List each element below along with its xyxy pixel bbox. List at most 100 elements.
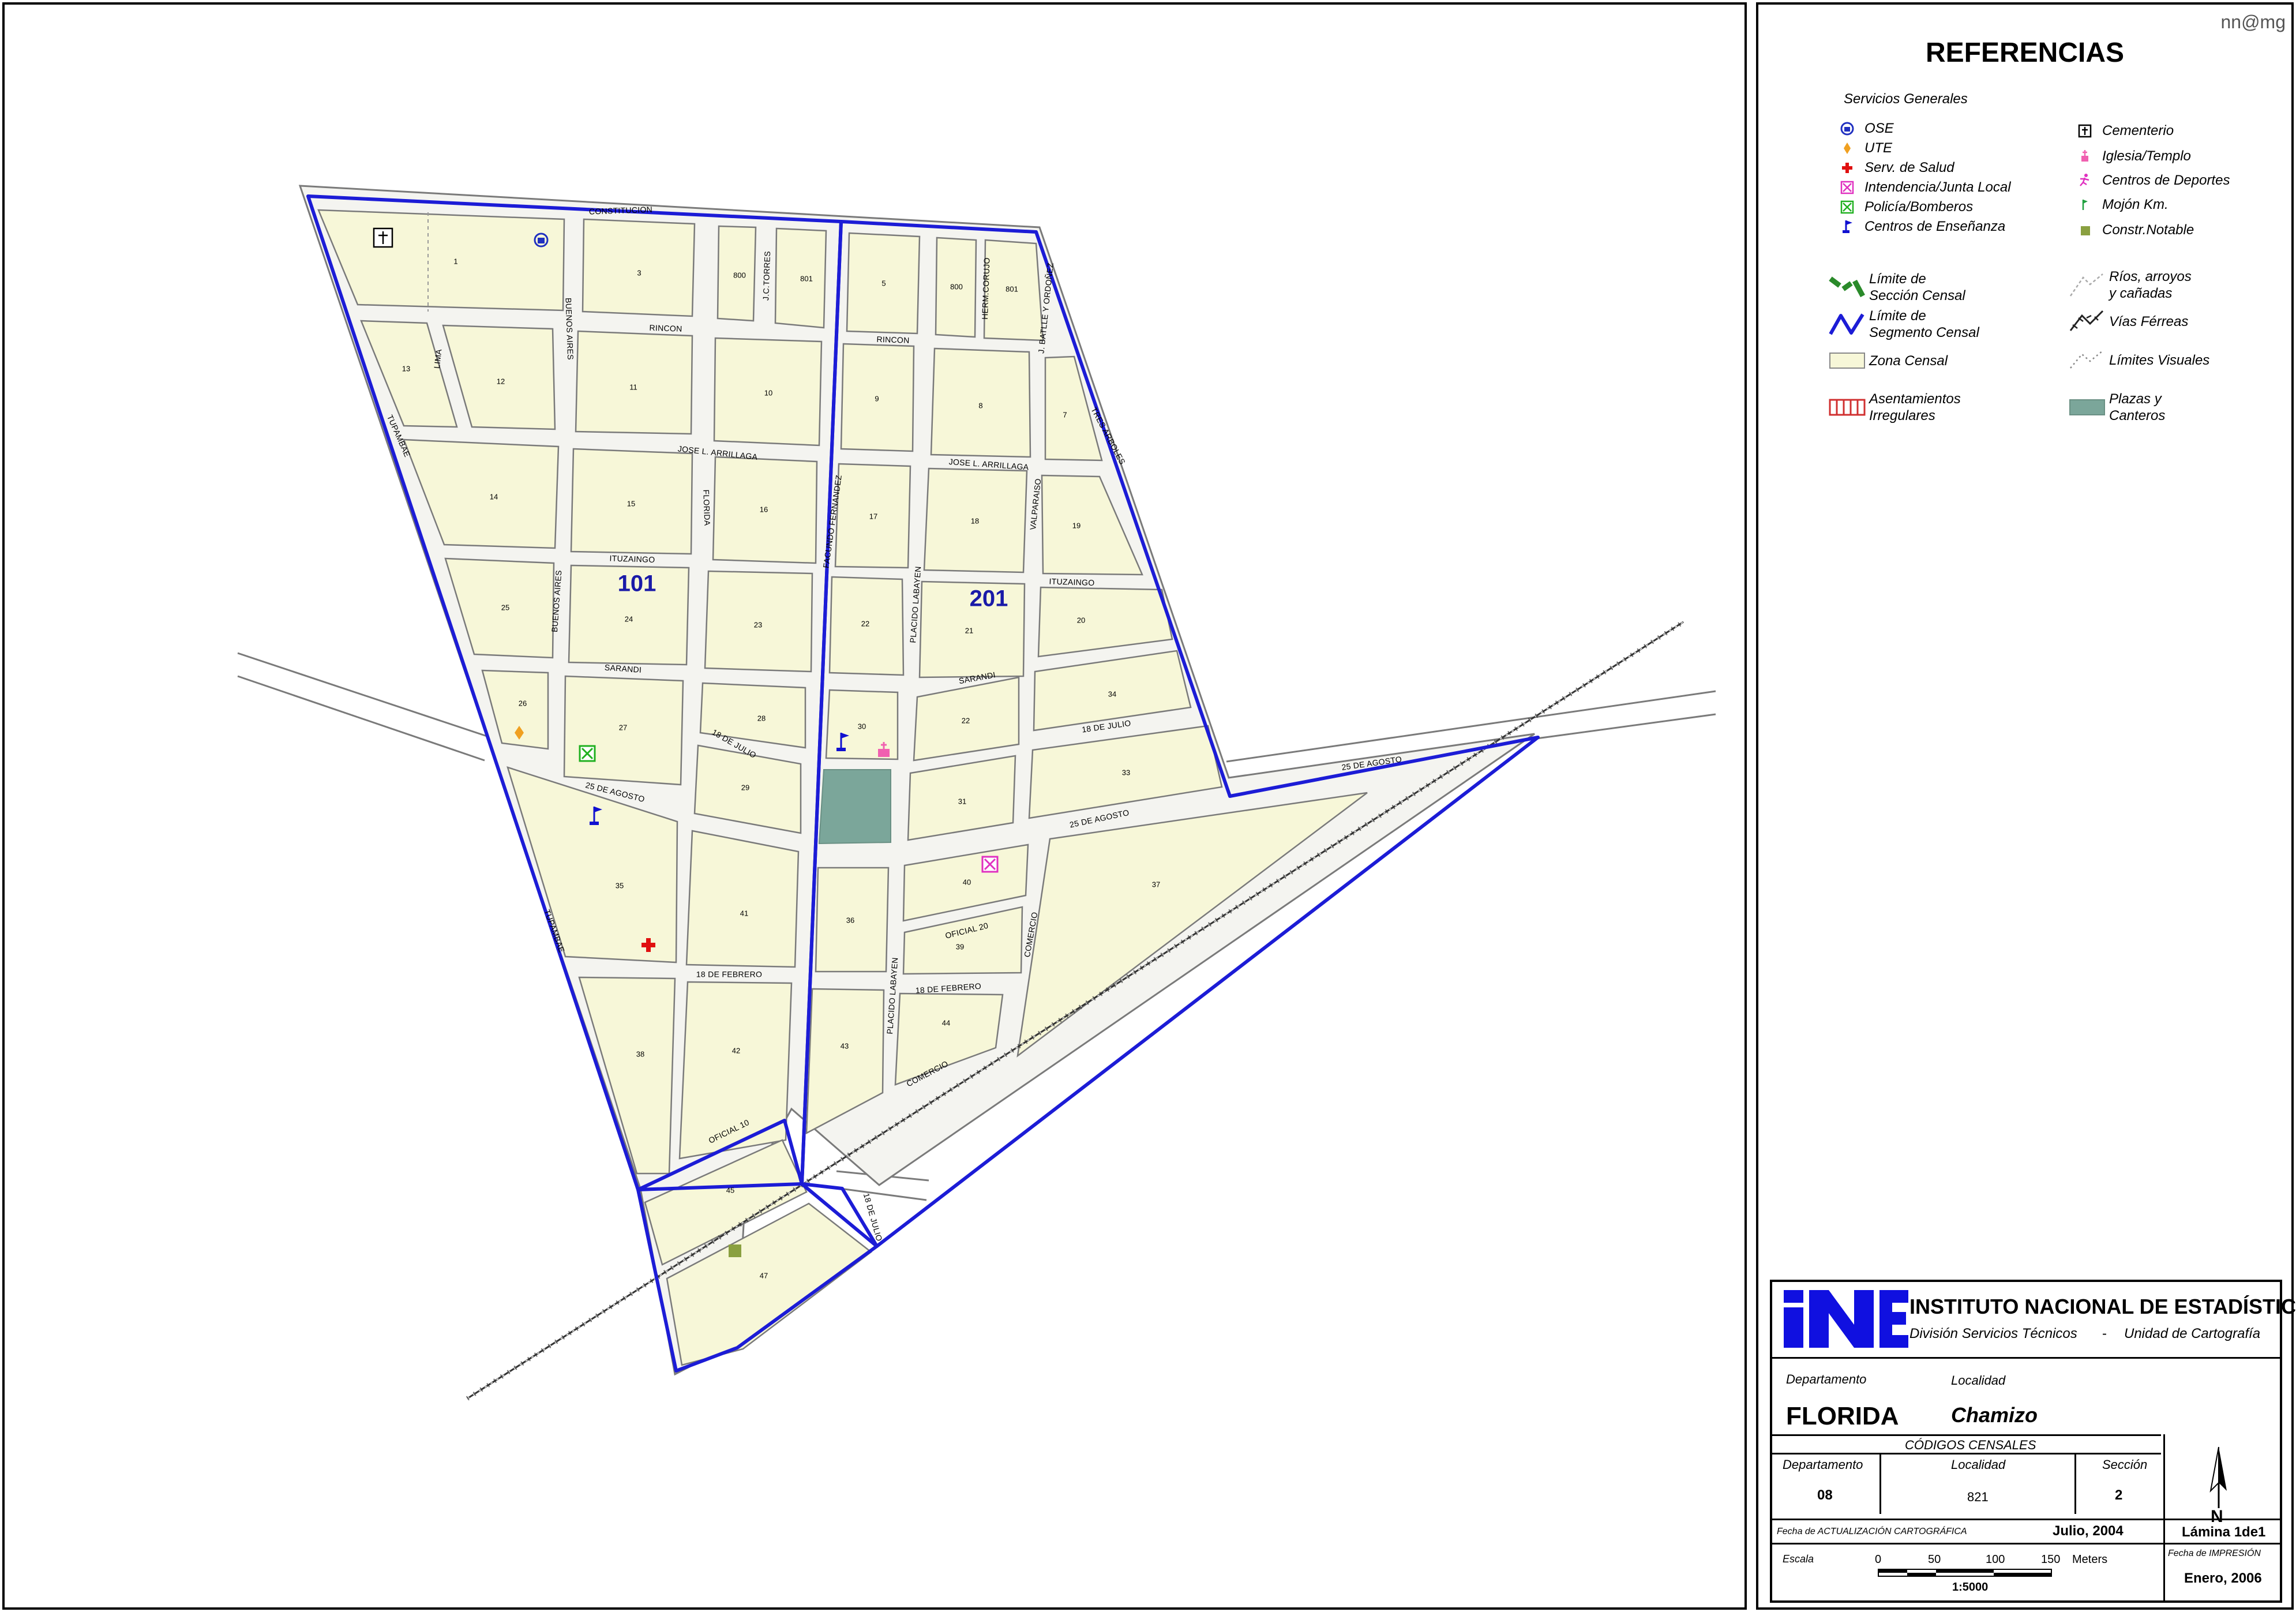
census-segment-limit-icon bbox=[1825, 306, 1869, 343]
legend-plaza: Plazas y Canteros bbox=[2065, 389, 2165, 426]
block-41[interactable] bbox=[685, 830, 800, 968]
census-map[interactable]: 13 800 8015 800 8011312111098714151617181925… bbox=[0, 0, 1748, 1612]
milestone-icon bbox=[2068, 195, 2102, 215]
block-label: 22 bbox=[861, 619, 869, 628]
code-sec-value: 2 bbox=[2115, 1487, 2123, 1503]
block-label: 800 bbox=[733, 271, 746, 279]
block-label: 20 bbox=[1077, 616, 1085, 624]
cemetery-icon[interactable] bbox=[373, 227, 393, 248]
segment-label-201[interactable]: 201 bbox=[970, 586, 1008, 612]
dept-label: Departamento bbox=[1786, 1372, 1867, 1386]
update-label: Fecha de ACTUALIZACIÓN CARTOGRÁFICA bbox=[1777, 1527, 1967, 1536]
plaza-icon bbox=[2065, 389, 2109, 426]
north-label: N bbox=[2211, 1507, 2223, 1526]
legend-sports: Centros de Deportes bbox=[2068, 171, 2230, 190]
block-label: 35 bbox=[616, 881, 624, 890]
sheet-number: Lámina 1de1 bbox=[2182, 1524, 2266, 1540]
legend-police: Policía/Bomberos bbox=[1830, 197, 1973, 217]
block-label: 45 bbox=[726, 1186, 734, 1194]
scale-ratio: 1:5000 bbox=[1952, 1581, 1989, 1594]
block-1[interactable] bbox=[317, 209, 565, 312]
block-label: 27 bbox=[619, 723, 627, 732]
legend-subtitle: Servicios Generales bbox=[1844, 91, 1968, 107]
ose-icon bbox=[1830, 119, 1864, 138]
street-label: FLORIDA bbox=[701, 489, 712, 526]
block-label: 31 bbox=[958, 797, 966, 805]
watermark: nn@mg bbox=[2220, 12, 2286, 32]
block-label: 19 bbox=[1072, 521, 1081, 530]
scale-tick-0: 0 bbox=[1875, 1553, 1882, 1566]
legend-milestone: Mojón Km. bbox=[2068, 195, 2169, 215]
police-icon[interactable] bbox=[579, 745, 596, 762]
intendencia-icon[interactable] bbox=[981, 856, 999, 873]
legend-title: REFERENCIAS bbox=[1925, 38, 2125, 68]
legend-label: Constr.Notable bbox=[2102, 222, 2194, 238]
ine-logo bbox=[1784, 1290, 1908, 1348]
block-label: 33 bbox=[1122, 768, 1130, 777]
intendencia-icon bbox=[1830, 178, 1864, 197]
school-flag-icon bbox=[1830, 217, 1864, 237]
church-icon bbox=[2068, 147, 2102, 166]
block-3[interactable] bbox=[581, 218, 696, 317]
block-label: 801 bbox=[800, 274, 813, 283]
health-cross-icon bbox=[1830, 158, 1864, 178]
legend-label: Cementerio bbox=[2102, 123, 2174, 138]
block-label: 801 bbox=[1006, 284, 1018, 293]
block-label: 13 bbox=[402, 364, 410, 373]
legend-label: Policía/Bomberos bbox=[1864, 199, 1974, 215]
block-label: 18 bbox=[971, 516, 979, 525]
legend-school: Centros de Enseñanza bbox=[1830, 217, 2005, 237]
block-label: 43 bbox=[841, 1041, 849, 1050]
block-label: 5 bbox=[881, 279, 886, 287]
scale-label: Escala bbox=[1783, 1553, 1814, 1565]
street-label: J.C.TORRES bbox=[761, 251, 772, 301]
legend-label: Centros de Deportes bbox=[2102, 173, 2230, 188]
police-icon bbox=[1830, 197, 1864, 217]
block-label: 17 bbox=[869, 512, 877, 520]
legend-label: UTE bbox=[1864, 140, 1892, 156]
legend-ose: OSE bbox=[1830, 119, 1894, 138]
org-name: INSTITUTO NACIONAL DE ESTADÍSTICA bbox=[1909, 1295, 2296, 1318]
legend-label: Iglesia/Templo bbox=[2102, 148, 2191, 164]
block-label: 39 bbox=[956, 942, 964, 951]
block-label: 37 bbox=[1152, 880, 1160, 889]
block-label: 40 bbox=[963, 878, 971, 886]
legend-health: Serv. de Salud bbox=[1830, 158, 1954, 178]
block-label: 14 bbox=[490, 492, 498, 501]
legend-label: Asentamientos Irregulares bbox=[1869, 391, 1961, 423]
legend-label: Mojón Km. bbox=[2102, 197, 2169, 212]
block-label: 42 bbox=[732, 1046, 740, 1055]
legend-label: Centros de Enseñanza bbox=[1864, 219, 2006, 234]
block-label: 26 bbox=[519, 699, 527, 707]
block-label: 41 bbox=[740, 909, 748, 917]
block-label: 8 bbox=[978, 401, 982, 410]
notable-building-icon[interactable] bbox=[729, 1244, 741, 1257]
block-label: 38 bbox=[636, 1049, 644, 1058]
code-loc-label: Localidad bbox=[1951, 1457, 2006, 1472]
ute-icon bbox=[1830, 138, 1864, 158]
legend-label: Ríos, arroyos y cañadas bbox=[2109, 269, 2192, 301]
block-label: 12 bbox=[497, 377, 505, 385]
print-label: Fecha de IMPRESIÓN bbox=[2168, 1549, 2261, 1558]
plaza-31[interactable] bbox=[818, 769, 891, 845]
block-label: 44 bbox=[942, 1018, 950, 1027]
segment-label-101[interactable]: 101 bbox=[618, 571, 656, 597]
code-sec-label: Sección bbox=[2102, 1457, 2148, 1472]
block-label: 30 bbox=[858, 722, 866, 730]
street-label: RINCON bbox=[649, 323, 682, 333]
block-label: 800 bbox=[950, 282, 963, 291]
scale-tick-150: 150 bbox=[2041, 1553, 2061, 1566]
scale-tick-50: 50 bbox=[1928, 1553, 1941, 1566]
legend-label: Serv. de Salud bbox=[1864, 160, 1954, 175]
loc-label: Localidad bbox=[1951, 1373, 2006, 1388]
legend-church: Iglesia/Templo bbox=[2068, 147, 2191, 166]
street-label: ITUZAINGO bbox=[609, 553, 655, 564]
dept-value: FLORIDA bbox=[1786, 1402, 1899, 1430]
block-label: 25 bbox=[501, 603, 509, 612]
block-label: 1 bbox=[453, 257, 457, 265]
legend-census-zone: Zona Censal bbox=[1825, 351, 1948, 370]
scale-tick-100: 100 bbox=[1986, 1553, 2005, 1566]
scale-unit: Meters bbox=[2072, 1553, 2108, 1566]
legend-label: Zona Censal bbox=[1869, 353, 1948, 369]
legend-label: Límite de Sección Censal bbox=[1869, 271, 1965, 303]
